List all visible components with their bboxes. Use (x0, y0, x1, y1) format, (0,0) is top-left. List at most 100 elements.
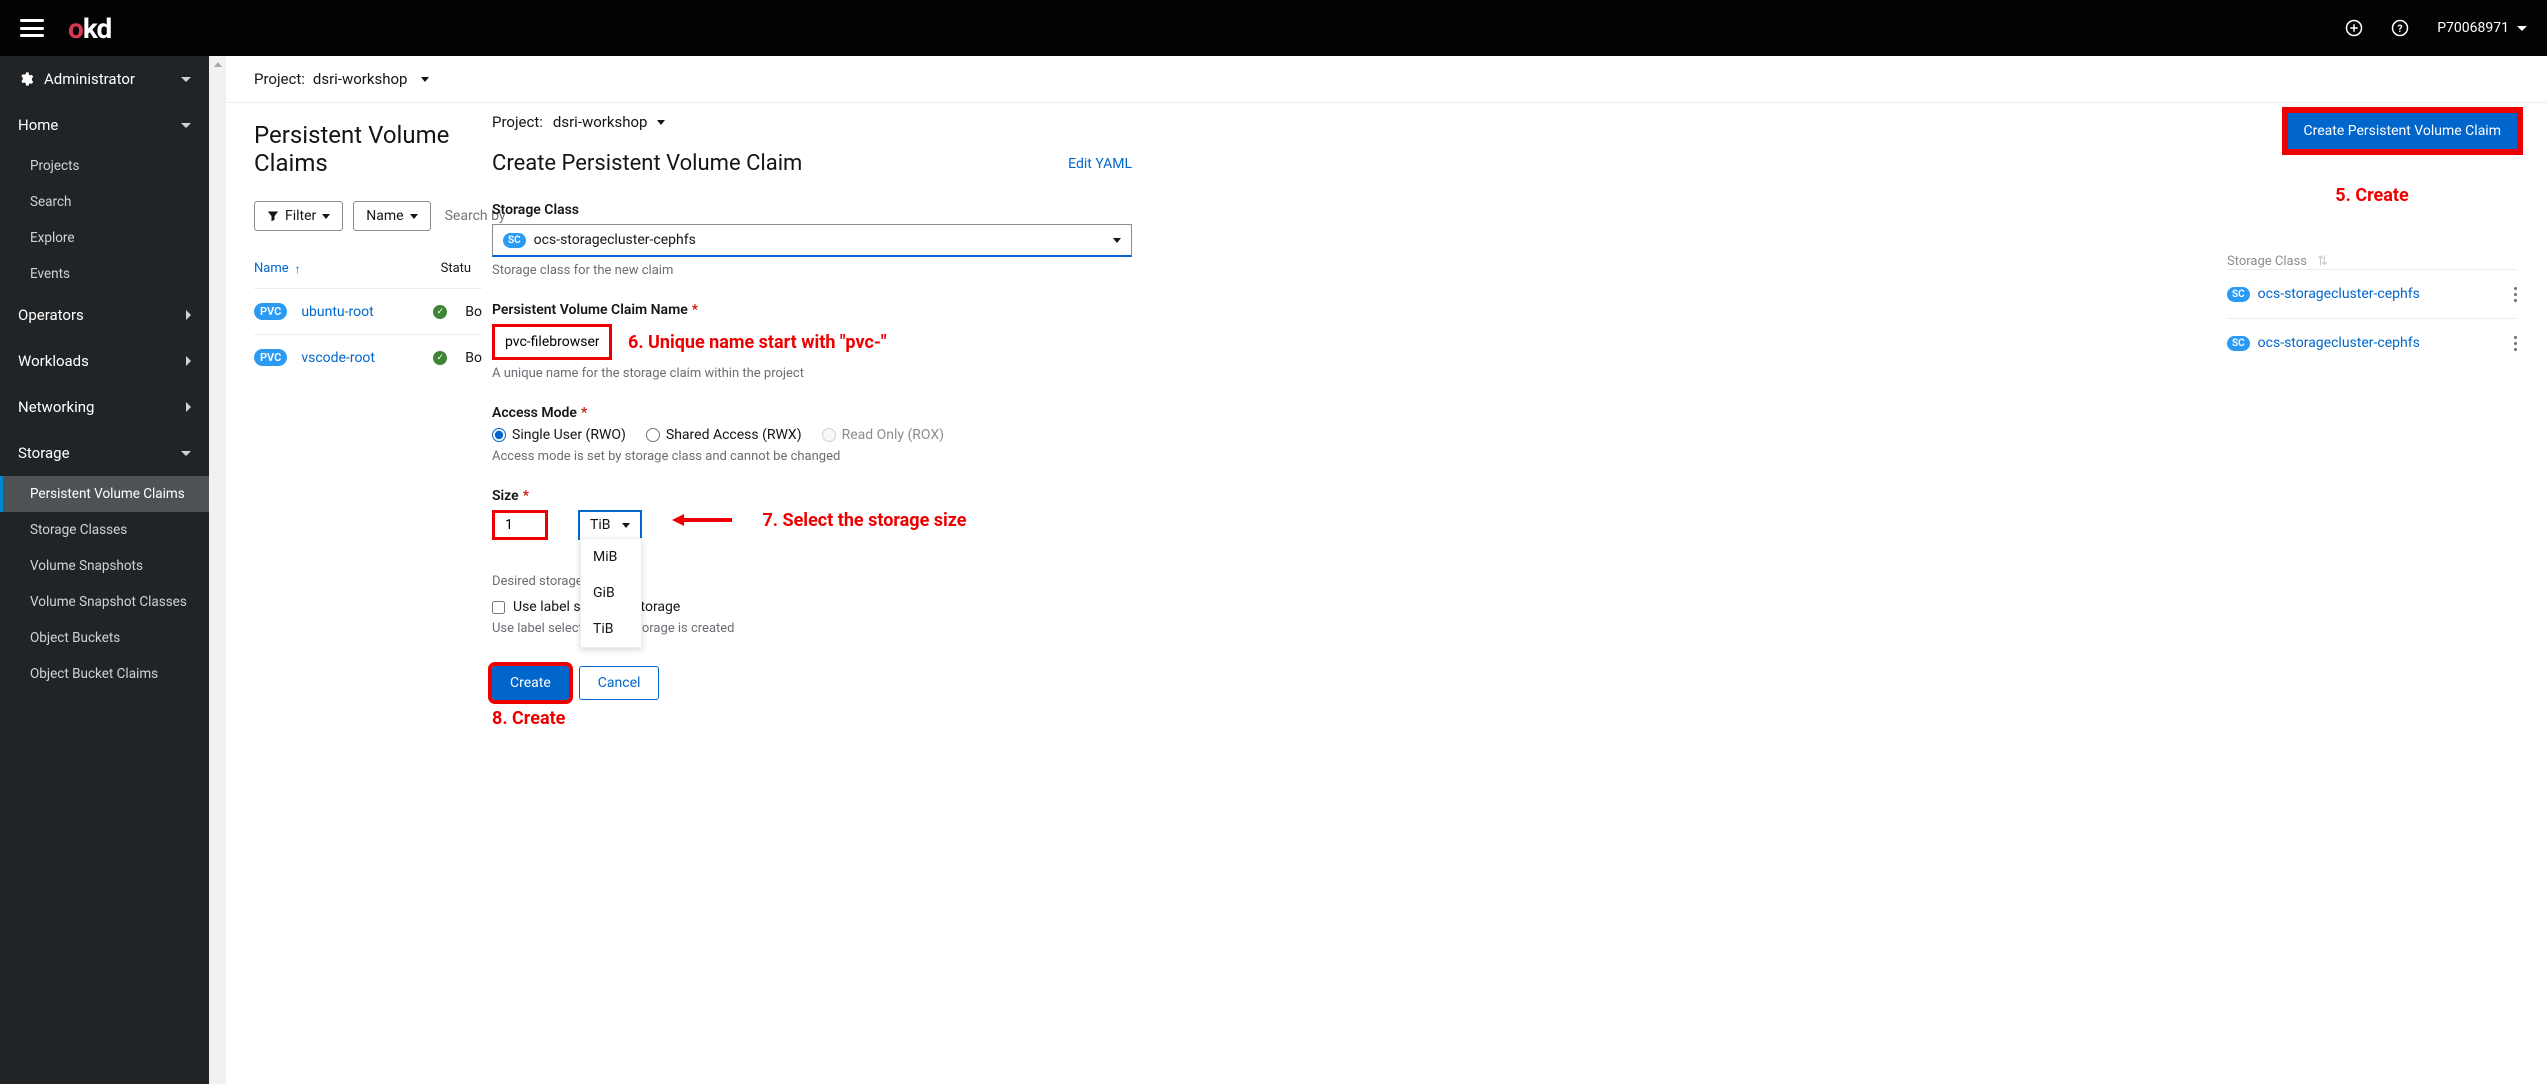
col-status-header[interactable]: Statu (441, 261, 471, 276)
col-name-header[interactable]: Name↑ (254, 261, 301, 276)
pvc-link[interactable]: ubuntu-root (301, 304, 373, 320)
unit-menu: MiB GiB TiB (580, 538, 642, 648)
nav-storage[interactable]: Storage (0, 430, 209, 476)
storage-class-dropdown[interactable]: SC ocs-storagecluster-cephfs (492, 224, 1132, 257)
size-unit-select[interactable]: TiB MiB GiB TiB (578, 510, 642, 540)
pvc-name-label: Persistent Volume Claim Name (492, 302, 688, 318)
nav-explore[interactable]: Explore (0, 220, 209, 256)
perspective-switcher[interactable]: Administrator (0, 56, 209, 102)
pvc-link[interactable]: vscode-root (301, 350, 375, 366)
pvc-name-input[interactable] (492, 324, 612, 360)
create-button[interactable]: Create (492, 666, 569, 700)
scroll-up-icon[interactable] (209, 56, 226, 73)
nav-storage-classes[interactable]: Storage Classes (0, 512, 209, 548)
sidebar: Administrator Home Projects Search Explo… (0, 56, 209, 1084)
user-menu[interactable]: P70068971 (2437, 20, 2527, 36)
topbar: okd ? P70068971 (0, 0, 2547, 56)
required-asterisk: * (523, 488, 529, 504)
caret-down-icon (2517, 26, 2527, 31)
kebab-menu[interactable] (2514, 287, 2517, 302)
caret-down-icon (657, 120, 665, 125)
sort-asc-icon: ↑ (295, 262, 301, 276)
radio-rwo[interactable] (492, 428, 506, 442)
col-storage-class-header[interactable]: Storage Class (2227, 254, 2307, 269)
user-label: P70068971 (2437, 20, 2509, 36)
project-name: dsri-workshop (313, 70, 408, 88)
form-title: Create Persistent Volume Claim (492, 151, 802, 176)
right-column: Create Persistent Volume Claim 5. Create… (2217, 103, 2547, 729)
help-icon[interactable]: ? (2391, 19, 2409, 37)
hamburger-icon[interactable] (20, 19, 44, 37)
sc-badge: SC (2227, 287, 2250, 302)
edit-yaml-link[interactable]: Edit YAML (1068, 156, 1132, 172)
topbar-right: ? P70068971 (2345, 19, 2527, 37)
nav-events[interactable]: Events (0, 256, 209, 292)
chevron-down-icon (181, 123, 191, 128)
nav-object-bucket-claims[interactable]: Object Bucket Claims (0, 656, 209, 692)
nav-networking[interactable]: Networking (0, 384, 209, 430)
kebab-menu[interactable] (2514, 336, 2517, 351)
radio-rwx[interactable] (646, 428, 660, 442)
page-title: Persistent Volume Claims (254, 121, 482, 177)
nav-workloads[interactable]: Workloads (0, 338, 209, 384)
storage-class-row: SC ocs-storagecluster-cephfs (2227, 269, 2517, 318)
unit-option-mib[interactable]: MiB (581, 539, 641, 575)
pvc-badge: PVC (254, 349, 287, 366)
nav-volume-snapshot-classes[interactable]: Volume Snapshot Classes (0, 584, 209, 620)
chevron-down-icon (181, 451, 191, 456)
gears-icon (18, 71, 34, 87)
project-bar[interactable]: Project: dsri-workshop (226, 56, 2547, 103)
required-asterisk: * (692, 302, 698, 318)
unit-option-gib[interactable]: GiB (581, 575, 641, 611)
nav-projects[interactable]: Projects (0, 148, 209, 184)
annotation-7: 7. Select the storage size (762, 510, 966, 531)
size-input[interactable] (492, 510, 548, 540)
access-mode-rox: Read Only (ROX) (822, 427, 944, 443)
project-prefix: Project: (254, 70, 305, 88)
form-project-selector[interactable]: Project: dsri-workshop (492, 113, 1132, 131)
list-toolbar: Filter Name (254, 201, 482, 231)
chevron-right-icon (186, 310, 191, 320)
scrollbar-track[interactable] (209, 56, 226, 1084)
use-label-selector-checkbox[interactable] (492, 601, 505, 614)
nav-volume-snapshots[interactable]: Volume Snapshots (0, 548, 209, 584)
bound-status-icon (433, 351, 447, 365)
bound-status-icon (433, 305, 447, 319)
create-pvc-button[interactable]: Create Persistent Volume Claim (2288, 113, 2518, 149)
caret-down-icon (410, 214, 418, 219)
filter-button[interactable]: Filter (254, 201, 343, 231)
nav-search[interactable]: Search (0, 184, 209, 220)
sc-badge: SC (503, 233, 526, 248)
chevron-right-icon (186, 402, 191, 412)
name-filter-button[interactable]: Name (353, 201, 430, 231)
storage-class-help: Storage class for the new claim (492, 263, 1132, 278)
sc-badge: SC (2227, 336, 2250, 351)
table-row: PVC ubuntu-root Bo (254, 288, 482, 334)
form-column: Project: dsri-workshop Create Persistent… (482, 103, 2217, 729)
sort-icon: ⇅ (2317, 254, 2328, 269)
chevron-right-icon (186, 356, 191, 366)
storage-class-value: ocs-storagecluster-cephfs (534, 232, 696, 248)
sc-link[interactable]: ocs-storagecluster-cephfs (2258, 286, 2420, 302)
access-mode-help: Access mode is set by storage class and … (492, 449, 1132, 464)
filter-icon (267, 210, 279, 222)
table-header: Name↑ Statu (254, 261, 482, 276)
list-column: Persistent Volume Claims Filter Name Nam… (226, 103, 482, 729)
access-mode-rwo[interactable]: Single User (RWO) (492, 427, 626, 443)
radio-rox (822, 428, 836, 442)
nav-home[interactable]: Home (0, 102, 209, 148)
nav-operators[interactable]: Operators (0, 292, 209, 338)
access-mode-rwx[interactable]: Shared Access (RWX) (646, 427, 802, 443)
cancel-button[interactable]: Cancel (579, 666, 660, 700)
sc-link[interactable]: ocs-storagecluster-cephfs (2258, 335, 2420, 351)
nav-pvc[interactable]: Persistent Volume Claims (0, 476, 209, 512)
nav-object-buckets[interactable]: Object Buckets (0, 620, 209, 656)
size-label: Size (492, 488, 519, 504)
unit-option-tib[interactable]: TiB (581, 611, 641, 647)
main-content: Project: dsri-workshop Persistent Volume… (226, 56, 2547, 1084)
plus-icon[interactable] (2345, 19, 2363, 37)
table-row: PVC vscode-root Bo (254, 334, 482, 380)
status-text: Bo (465, 350, 482, 366)
storage-class-row: SC ocs-storagecluster-cephfs (2227, 318, 2517, 367)
required-asterisk: * (581, 405, 587, 421)
